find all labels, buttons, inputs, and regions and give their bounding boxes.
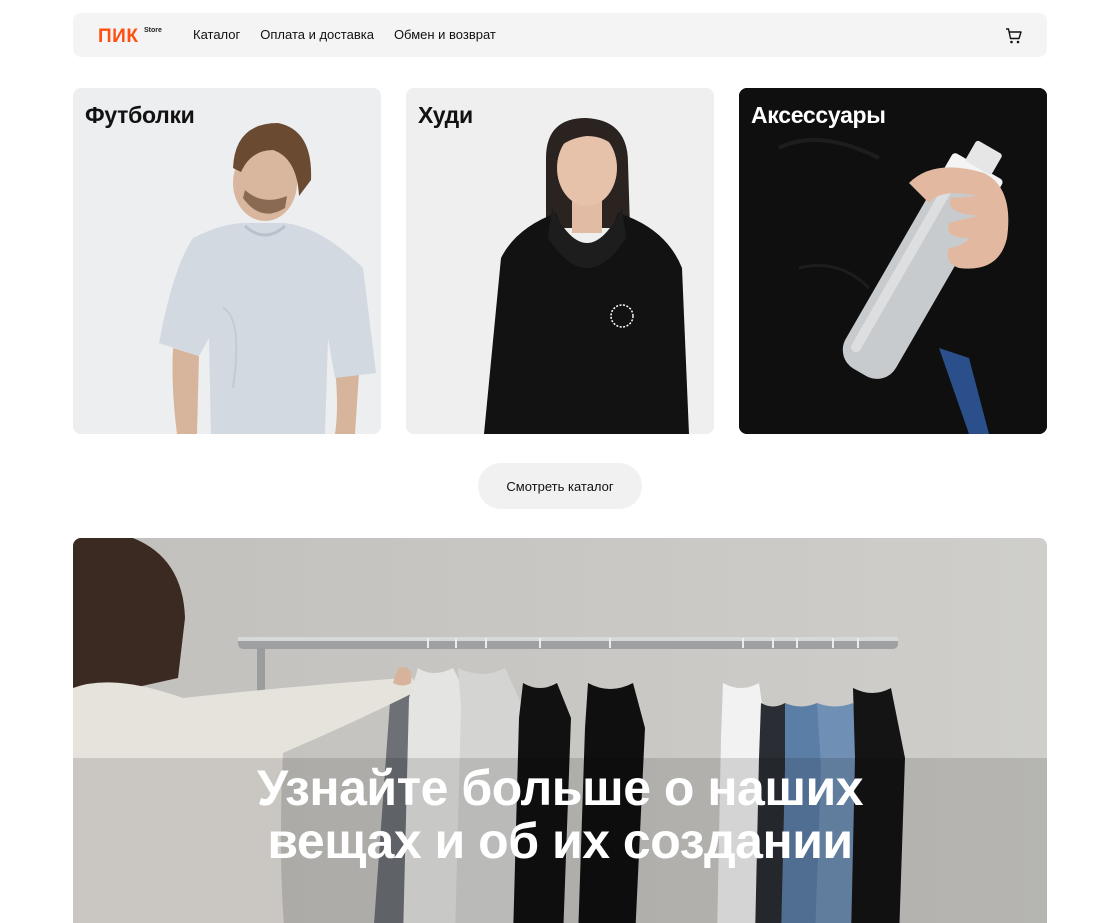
nav-item-exchange-return[interactable]: Обмен и возврат — [394, 27, 496, 42]
category-title: Худи — [418, 102, 473, 128]
nav-item-payment-delivery[interactable]: Оплата и доставка — [260, 27, 374, 42]
banner-headline: Узнайте больше о наших вещах и об их соз… — [73, 762, 1047, 868]
hoodie-model-image — [406, 88, 714, 434]
nav-item-catalog[interactable]: Каталог — [193, 27, 240, 42]
promo-banner[interactable]: Узнайте больше о наших вещах и об их соз… — [73, 538, 1047, 923]
category-title: Футболки — [85, 102, 195, 128]
category-card-accessories[interactable]: Аксессуары — [739, 88, 1047, 434]
logo-store-label: Store — [144, 27, 162, 34]
category-card-tshirts[interactable]: Футболки — [73, 88, 381, 434]
view-catalog-button[interactable]: Смотреть каталог — [478, 463, 642, 509]
logo-wordmark: ПИК — [98, 26, 139, 47]
banner-headline-line2: вещах и об их создании — [267, 813, 853, 869]
bottle-image — [739, 88, 1047, 434]
tshirt-model-image — [73, 88, 381, 434]
site-header: ПИК Store Каталог Оплата и доставка Обме… — [73, 13, 1047, 57]
category-card-hoodies[interactable]: Худи — [406, 88, 714, 434]
category-title: Аксессуары — [751, 102, 886, 128]
banner-headline-line1: Узнайте больше о наших — [256, 760, 864, 816]
main-nav: Каталог Оплата и доставка Обмен и возвра… — [193, 27, 496, 42]
cart-icon[interactable] — [1005, 27, 1023, 45]
